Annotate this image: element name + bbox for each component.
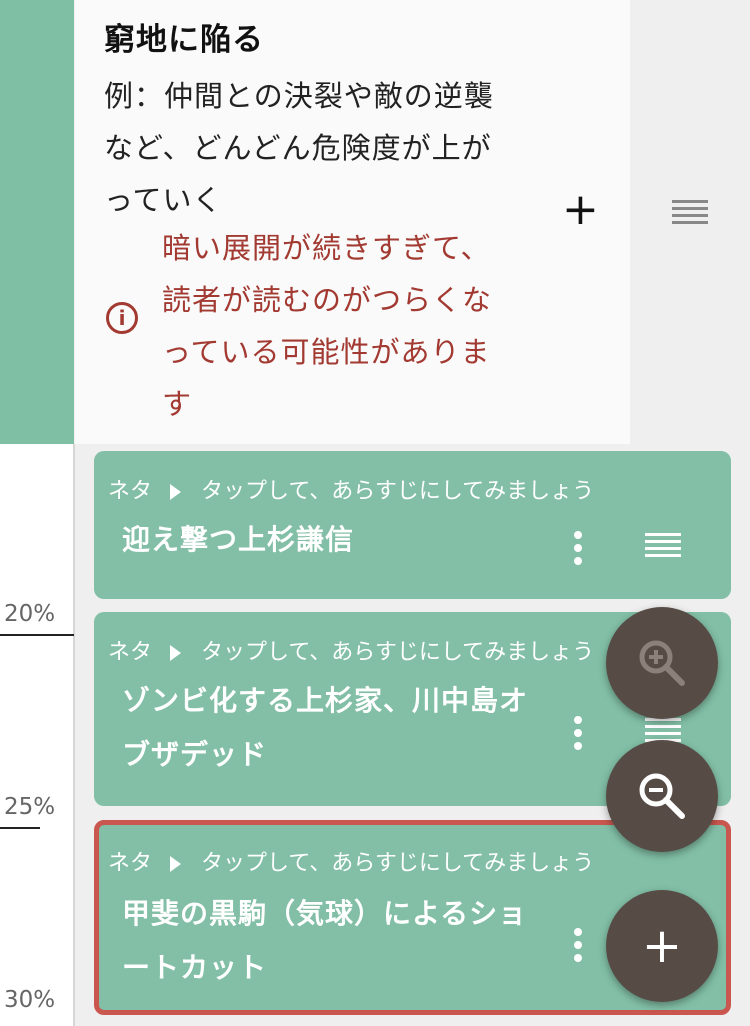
card-label: ネタ <box>108 851 153 876</box>
ruler-filled-section <box>0 0 74 444</box>
plot-point-description: 例：仲間との決裂や敵の逆襲など、どんどん危険度が上がっていく <box>104 79 494 217</box>
add-button[interactable]: + <box>562 188 599 232</box>
drag-handle-icon[interactable] <box>645 533 681 559</box>
card-header: ネタ タップして、あらすじにしてみましょう <box>108 634 594 666</box>
more-options-icon[interactable] <box>574 716 582 755</box>
play-arrow-icon <box>170 484 182 500</box>
play-arrow-icon <box>170 645 182 661</box>
card-title: ゾンビ化する上杉家、川中島オブザデッド <box>122 684 529 771</box>
card-hint: タップして、あらすじにしてみましょう <box>201 851 595 876</box>
more-options-icon[interactable] <box>574 531 582 570</box>
card-hint: タップして、あらすじにしてみましょう <box>201 479 595 504</box>
add-card-button[interactable]: + <box>606 890 718 1002</box>
zoom-out-icon <box>639 773 685 819</box>
info-icon: i <box>106 302 138 334</box>
play-arrow-icon <box>170 856 182 872</box>
zoom-in-icon <box>639 640 685 686</box>
drag-handle-icon[interactable] <box>672 200 708 226</box>
zoom-in-button[interactable] <box>606 607 718 719</box>
card-header: ネタ タップして、あらすじにしてみましょう <box>108 473 594 505</box>
plot-point-title: 窮地に陥る <box>104 22 264 58</box>
ruler-tick-25: 25% <box>0 793 74 829</box>
card-label: ネタ <box>108 640 153 665</box>
progress-ruler: 20% 25% 30% <box>0 0 75 1026</box>
ruler-tick-20: 20% <box>0 600 74 636</box>
card-hint: タップして、あらすじにしてみましょう <box>201 640 595 665</box>
more-options-icon[interactable] <box>574 928 582 967</box>
card-label: ネタ <box>108 479 153 504</box>
card-title: 甲斐の黒駒（気球）によるショートカット <box>122 897 528 984</box>
warning-message: 暗い展開が続きすぎて、読者が読むのがつらくなっている可能性があります <box>162 231 493 421</box>
ruler-tick-30: 30% <box>4 987 56 1013</box>
card-title: 迎え撃つ上杉謙信 <box>122 523 355 556</box>
idea-card[interactable]: ネタ タップして、あらすじにしてみましょう 迎え撃つ上杉謙信 <box>94 451 731 599</box>
zoom-out-button[interactable] <box>606 740 718 852</box>
ruler-divider <box>73 444 75 1026</box>
card-header: ネタ タップして、あらすじにしてみましょう <box>108 845 594 877</box>
